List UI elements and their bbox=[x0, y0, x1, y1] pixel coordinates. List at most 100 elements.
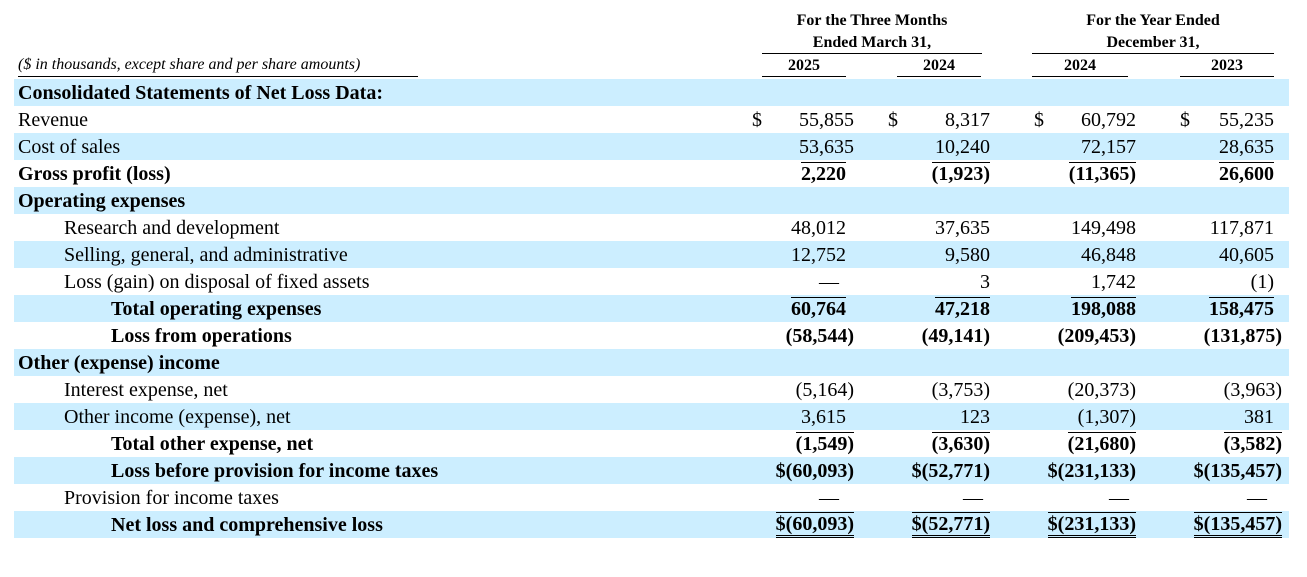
cell-disposal-2024q: 3 bbox=[980, 270, 990, 293]
row-label-section-data: Consolidated Statements of Net Loss Data… bbox=[14, 79, 752, 106]
cell-provision-2024y: — bbox=[1109, 486, 1129, 509]
cell-totop-2024y: 198,088 bbox=[1034, 295, 1136, 322]
cell-tototh-2024q: (3,630) bbox=[931, 432, 990, 455]
row-label-sga: Selling, general, and administrative bbox=[14, 241, 752, 268]
cell-cost-2024q: 10,240 bbox=[888, 133, 990, 160]
table-row: Provision for income taxes — — — — bbox=[14, 484, 1289, 511]
cell-lossop-2025: (58,544) bbox=[785, 324, 854, 347]
cell-totop-2023: 158,475 bbox=[1180, 295, 1289, 322]
cell-revenue-2024y: $60,792 bbox=[1034, 108, 1136, 131]
cell-disposal-2023: (1) bbox=[1250, 270, 1274, 293]
cell-otherinc-2024q: 123 bbox=[888, 403, 990, 430]
cell-netloss-2025: $(60,093) bbox=[752, 511, 854, 538]
row-label-other-income: Other income (expense), net bbox=[14, 403, 752, 430]
header-year-ended-rule bbox=[1032, 53, 1274, 54]
cell-provision-2025: — bbox=[819, 486, 839, 509]
cell-totop-2025: 60,764 bbox=[752, 295, 854, 322]
cell-sga-2024y: 46,848 bbox=[1034, 241, 1136, 268]
header-year-ended-line2: December 31, bbox=[1106, 34, 1200, 51]
dollar-sign: $ bbox=[888, 108, 898, 131]
header-three-months-rule bbox=[762, 53, 982, 54]
cell-lossbefore-2023: $(135,457) bbox=[1180, 457, 1289, 484]
row-label-revenue: Revenue bbox=[18, 108, 88, 131]
cell-interest-2024y: (20,373) bbox=[1067, 378, 1136, 401]
cell-disposal-2025: — bbox=[819, 270, 839, 293]
cell-provision-2024q: — bbox=[963, 486, 983, 509]
cell-rd-2025: 48,012 bbox=[791, 216, 846, 239]
cell-cost-2024y: 72,157 bbox=[1034, 133, 1136, 160]
year-col-2024-q: 2024 bbox=[897, 56, 981, 77]
table-row: Net loss and comprehensive loss $(60,093… bbox=[14, 511, 1289, 538]
table-row: Consolidated Statements of Net Loss Data… bbox=[14, 79, 1289, 106]
header-year-ended: For the Year Ended December 31, bbox=[1032, 10, 1274, 54]
row-label-loss-operations: Loss from operations bbox=[111, 324, 292, 347]
table-row: Other (expense) income bbox=[14, 349, 1289, 376]
row-label-loss-before-taxes: Loss before provision for income taxes bbox=[14, 457, 752, 484]
cell-rd-2024y: 149,498 bbox=[1071, 216, 1136, 239]
cell-otherinc-2025: 3,615 bbox=[752, 403, 854, 430]
header-three-months-line1: For the Three Months bbox=[796, 12, 948, 29]
cell-tototh-2024y: (21,680) bbox=[1067, 432, 1136, 455]
net-loss-table: Consolidated Statements of Net Loss Data… bbox=[14, 79, 1289, 538]
table-row: Research and development 48,012 37,635 1… bbox=[14, 214, 1289, 241]
cell-disposal-2024y: 1,742 bbox=[1091, 270, 1136, 293]
table-row: Revenue $55,855 $8,317 $60,792 $55,235 bbox=[14, 106, 1289, 133]
table-row: Selling, general, and administrative 12,… bbox=[14, 241, 1289, 268]
row-label-total-other-expense: Total other expense, net bbox=[111, 432, 314, 455]
cell-interest-2023: (3,963) bbox=[1223, 378, 1282, 401]
row-label-interest-expense: Interest expense, net bbox=[64, 378, 228, 401]
header-three-months-line2: Ended March 31, bbox=[812, 34, 932, 51]
row-label-operating-expenses: Operating expenses bbox=[14, 187, 752, 214]
cell-revenue-2024q: $8,317 bbox=[888, 108, 990, 131]
table-row: Cost of sales 53,635 10,240 72,157 28,63… bbox=[14, 133, 1289, 160]
cell-tototh-2025: (1,549) bbox=[795, 432, 854, 455]
table-row: Loss from operations (58,544) (49,141) (… bbox=[14, 322, 1289, 349]
cell-netloss-2023: $(135,457) bbox=[1180, 511, 1289, 538]
cell-netloss-2024q: $(52,771) bbox=[888, 511, 990, 538]
row-label-disposal: Loss (gain) on disposal of fixed assets bbox=[64, 270, 370, 293]
cell-sga-2024q: 9,580 bbox=[888, 241, 990, 268]
cell-lossop-2024q: (49,141) bbox=[921, 324, 990, 347]
cell-rd-2024q: 37,635 bbox=[935, 216, 990, 239]
cell-otherinc-2024y: (1,307) bbox=[1034, 403, 1136, 430]
table-row: Other income (expense), net 3,615 123 (1… bbox=[14, 403, 1289, 430]
cell-cost-2025: 53,635 bbox=[752, 133, 854, 160]
cell-provision-2023: — bbox=[1247, 486, 1267, 509]
table-row: Loss (gain) on disposal of fixed assets … bbox=[14, 268, 1289, 295]
table-row: Loss before provision for income taxes $… bbox=[14, 457, 1289, 484]
table-row: Total operating expenses 60,764 47,218 1… bbox=[14, 295, 1289, 322]
cell-cost-2023: 28,635 bbox=[1180, 133, 1289, 160]
cell-lossbefore-2024q: $(52,771) bbox=[888, 457, 990, 484]
cell-gross-2025: 2,220 bbox=[801, 162, 846, 185]
year-col-2023: 2023 bbox=[1180, 56, 1274, 77]
cell-gross-2023: 26,600 bbox=[1219, 162, 1274, 185]
year-col-2025: 2025 bbox=[762, 56, 846, 77]
cell-revenue-2023: $55,235 bbox=[1180, 108, 1274, 131]
dollar-sign: $ bbox=[1034, 108, 1044, 131]
cell-totop-2024q: 47,218 bbox=[888, 295, 990, 322]
header-three-months: For the Three Months Ended March 31, bbox=[762, 10, 982, 54]
table-row: Gross profit (loss) 2,220 (1,923) (11,36… bbox=[14, 160, 1289, 187]
table-row: Total other expense, net (1,549) (3,630)… bbox=[14, 430, 1289, 457]
row-label-gross-profit: Gross profit (loss) bbox=[18, 162, 171, 185]
units-caption: ($ in thousands, except share and per sh… bbox=[18, 54, 418, 77]
row-label-net-loss: Net loss and comprehensive loss bbox=[14, 511, 752, 538]
cell-netloss-2024y: $(231,133) bbox=[1034, 511, 1136, 538]
cell-revenue-2025: $55,855 bbox=[752, 108, 854, 131]
cell-lossbefore-2025: $(60,093) bbox=[752, 457, 854, 484]
table-row: Operating expenses bbox=[14, 187, 1289, 214]
cell-sga-2025: 12,752 bbox=[752, 241, 854, 268]
cell-interest-2024q: (3,753) bbox=[931, 378, 990, 401]
row-label-total-operating: Total operating expenses bbox=[14, 295, 752, 322]
row-label-cost-of-sales: Cost of sales bbox=[14, 133, 752, 160]
year-col-2024-y: 2024 bbox=[1032, 56, 1128, 77]
cell-rd-2023: 117,871 bbox=[1209, 216, 1274, 239]
row-label-research-development: Research and development bbox=[64, 216, 280, 239]
table-row: Interest expense, net (5,164) (3,753) (2… bbox=[14, 376, 1289, 403]
cell-lossop-2024y: (209,453) bbox=[1057, 324, 1136, 347]
row-label-provision-taxes: Provision for income taxes bbox=[64, 486, 279, 509]
dollar-sign: $ bbox=[1180, 108, 1190, 131]
cell-tototh-2023: (3,582) bbox=[1223, 432, 1282, 455]
dollar-sign: $ bbox=[752, 108, 762, 131]
cell-gross-2024y: (11,365) bbox=[1068, 162, 1136, 185]
